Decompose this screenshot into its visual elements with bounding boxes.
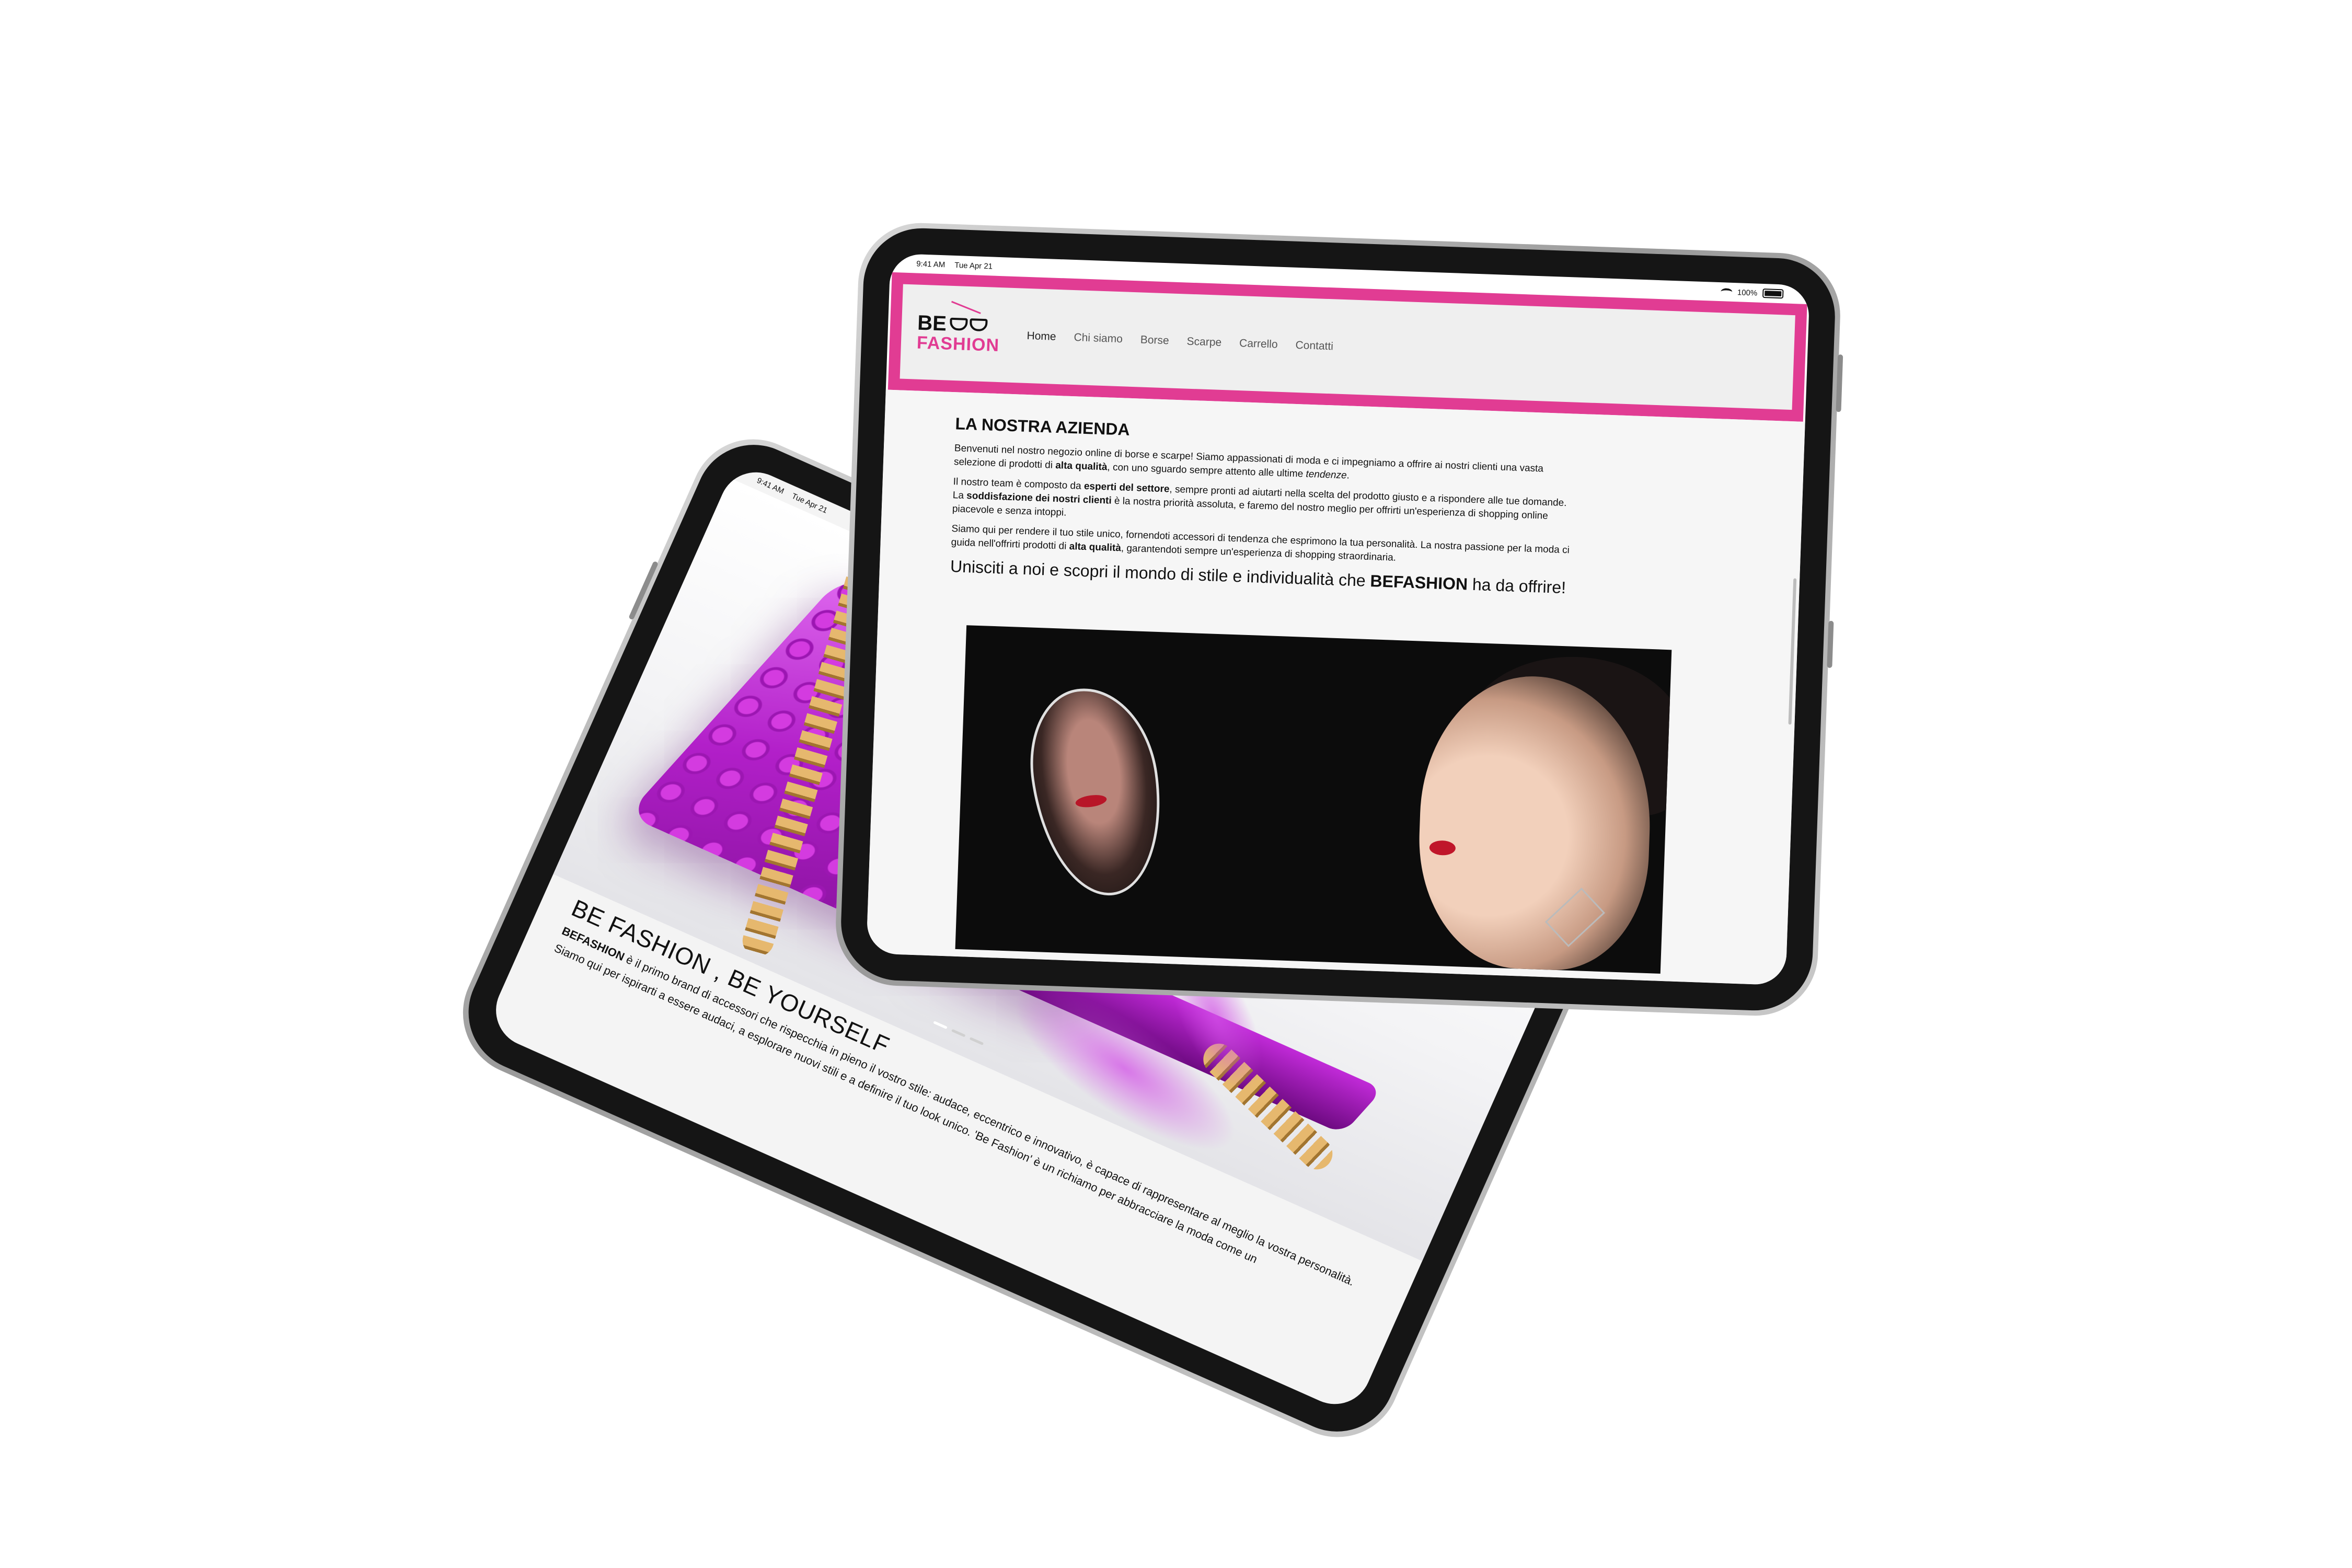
nav-chi-siamo[interactable]: Chi siamo [1074,331,1123,345]
front-tablet-screen: 9:41 AM Tue Apr 21 100% BE FASHION Home … [866,253,1810,986]
battery-percent: 100% [1737,287,1758,298]
logo-accent [951,301,981,314]
nav-contatti[interactable]: Contatti [1295,339,1333,353]
wifi-icon [1720,288,1733,296]
glasses-logo-icon [949,317,988,331]
scrollbar[interactable] [1788,578,1797,725]
carousel-dot[interactable] [951,1029,966,1037]
hand-mirror [1020,679,1173,904]
carousel-indicators[interactable] [933,1021,984,1046]
main-nav: Home Chi siamo Borse Scarpe Carrello Con… [1027,329,1333,352]
nav-carrello[interactable]: Carrello [1239,337,1278,351]
front-tablet: 9:41 AM Tue Apr 21 100% BE FASHION Home … [834,221,1843,1018]
page-content: LA NOSTRA AZIENDA Benvenuti nel nostro n… [866,389,1805,986]
nav-borse[interactable]: Borse [1140,333,1169,347]
battery-icon [1762,288,1784,299]
site-logo[interactable]: BE FASHION [916,301,1001,355]
nav-scarpe[interactable]: Scarpe [1186,335,1221,349]
logo-be-text: BE [917,311,947,335]
company-article: LA NOSTRA AZIENDA Benvenuti nel nostro n… [950,414,1583,605]
power-button [1836,354,1843,412]
carousel-dot[interactable] [969,1037,984,1046]
volume-button [1827,620,1834,668]
carousel-dot[interactable] [933,1021,948,1030]
status-time: 9:41 AM [916,259,946,269]
logo-fashion-text: FASHION [916,332,1000,355]
model-mirror-image [955,625,1672,974]
nav-home[interactable]: Home [1027,329,1056,343]
status-date: Tue Apr 21 [954,260,993,271]
